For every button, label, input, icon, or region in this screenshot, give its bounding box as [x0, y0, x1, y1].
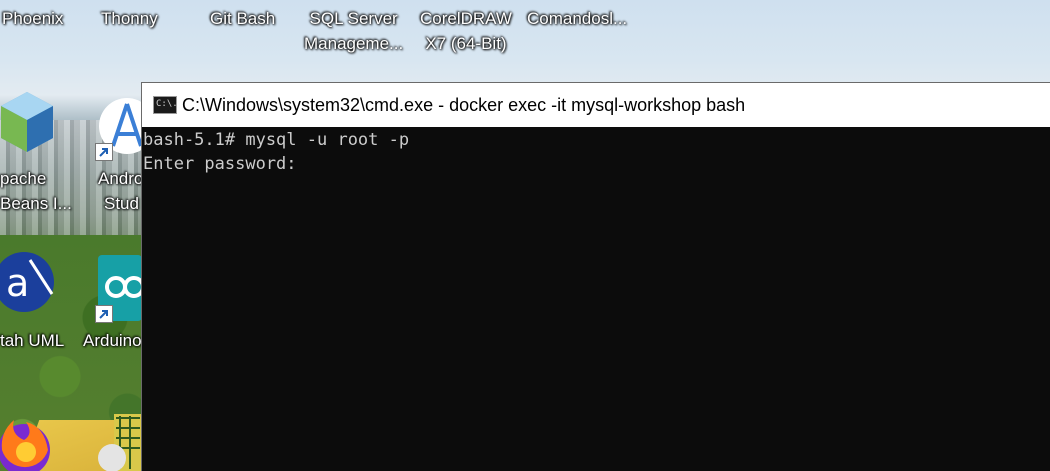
desktop: Phoenix Thonny Git Bash SQL Server Manag… [0, 0, 1050, 471]
desktop-icon-label: Comandosl... [527, 9, 628, 28]
desktop-icon-label-line1: Andro [98, 169, 144, 188]
window-titlebar[interactable]: C:\. C:\Windows\system32\cmd.exe - docke… [142, 83, 1050, 127]
desktop-icon-label: tah UML [0, 331, 65, 350]
desktop-icon-label: Thonny [101, 9, 158, 28]
desktop-icon-label-line2: X7 (64-Bit) [425, 34, 507, 53]
desktop-icon-label: Phoenix [2, 9, 64, 28]
astah-uml-icon[interactable]: a [0, 250, 56, 314]
desktop-icon-label: Arduino [83, 331, 142, 350]
desktop-icon-sql-server[interactable]: SQL Server Manageme... [304, 6, 403, 56]
shortcut-arrow-icon [95, 143, 113, 161]
netbeans-icon[interactable] [0, 90, 55, 162]
desktop-icon-label-line1: CorelDRAW [420, 9, 512, 28]
shortcut-arrow-icon [95, 305, 113, 323]
desktop-icon-comandos[interactable]: Comandosl... [527, 6, 627, 31]
desktop-icon-label-line2: Manageme... [304, 34, 404, 53]
app-icon[interactable] [98, 414, 142, 471]
command-prompt-icon[interactable]: C:\. [153, 96, 178, 114]
desktop-icon-android-studio[interactable]: Andro Stud [98, 166, 143, 216]
firefox-icon[interactable] [0, 414, 55, 471]
desktop-icon-label-line1: SQL Server [309, 9, 398, 28]
command-prompt-icon-text: C:\. [156, 99, 178, 109]
desktop-icon-label: Git Bash [210, 9, 276, 28]
console-output[interactable]: bash-5.1# mysql -u root -p Enter passwor… [143, 128, 1050, 471]
desktop-icon-label-line2: Beans I... [0, 194, 72, 213]
desktop-icon-thonny[interactable]: Thonny [101, 6, 158, 31]
desktop-icon-phoenix[interactable]: Phoenix [2, 6, 63, 31]
svg-text:a: a [6, 261, 29, 305]
desktop-icon-astah-uml[interactable]: tah UML [0, 328, 64, 353]
desktop-icon-netbeans[interactable]: pache Beans I... [0, 166, 72, 216]
desktop-icon-label-line2: Stud [104, 194, 139, 213]
window-title: C:\Windows\system32\cmd.exe - docker exe… [182, 95, 746, 115]
desktop-icon-git-bash[interactable]: Git Bash [210, 6, 275, 31]
desktop-icon-coreldraw[interactable]: CorelDRAW X7 (64-Bit) [420, 6, 512, 56]
console-line: Enter password: [143, 154, 297, 174]
desktop-icon-arduino[interactable]: Arduino [83, 328, 142, 353]
cmd-window[interactable]: C:\. C:\Windows\system32\cmd.exe - docke… [141, 82, 1050, 471]
desktop-icon-label-line1: pache [0, 169, 47, 188]
console-line: bash-5.1# mysql -u root -p [143, 130, 410, 150]
